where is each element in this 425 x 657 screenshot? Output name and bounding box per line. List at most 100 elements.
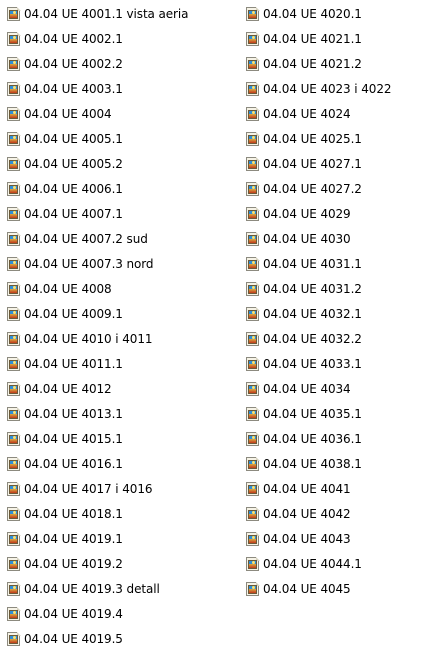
file-item[interactable]: 04.04 UE 4043 — [245, 528, 351, 550]
file-item[interactable]: 04.04 UE 4038.1 — [245, 453, 362, 475]
file-name: 04.04 UE 4011.1 — [24, 357, 123, 371]
file-item[interactable]: 04.04 UE 4020.1 — [245, 3, 362, 25]
file-item[interactable]: 04.04 UE 4019.4 — [6, 603, 123, 625]
file-item[interactable]: 04.04 UE 4019.3 detall — [6, 578, 160, 600]
image-file-icon — [6, 331, 22, 347]
image-file-icon — [245, 131, 261, 147]
image-file-icon — [6, 6, 22, 22]
file-item[interactable]: 04.04 UE 4021.1 — [245, 28, 362, 50]
file-name: 04.04 UE 4027.2 — [263, 182, 362, 196]
file-item[interactable]: 04.04 UE 4002.1 — [6, 28, 123, 50]
file-name: 04.04 UE 4002.2 — [24, 57, 123, 71]
image-file-icon — [6, 181, 22, 197]
image-file-icon — [6, 431, 22, 447]
file-item[interactable]: 04.04 UE 4006.1 — [6, 178, 123, 200]
file-name: 04.04 UE 4032.2 — [263, 332, 362, 346]
file-item[interactable]: 04.04 UE 4007.1 — [6, 203, 123, 225]
file-name: 04.04 UE 4044.1 — [263, 557, 362, 571]
file-name: 04.04 UE 4001.1 vista aeria — [24, 7, 189, 21]
file-name: 04.04 UE 4019.2 — [24, 557, 123, 571]
file-name: 04.04 UE 4032.1 — [263, 307, 362, 321]
file-item[interactable]: 04.04 UE 4019.5 — [6, 628, 123, 650]
file-name: 04.04 UE 4036.1 — [263, 432, 362, 446]
file-item[interactable]: 04.04 UE 4017 i 4016 — [6, 478, 152, 500]
image-file-icon — [245, 156, 261, 172]
file-name: 04.04 UE 4025.1 — [263, 132, 362, 146]
image-file-icon — [245, 406, 261, 422]
file-item[interactable]: 04.04 UE 4005.1 — [6, 128, 123, 150]
file-item[interactable]: 04.04 UE 4002.2 — [6, 53, 123, 75]
image-file-icon — [245, 56, 261, 72]
file-list: 04.04 UE 4001.1 vista aeria 04.04 UE 4002… — [6, 3, 423, 657]
image-file-icon — [245, 106, 261, 122]
file-item[interactable]: 04.04 UE 4018.1 — [6, 503, 123, 525]
file-item[interactable]: 04.04 UE 4041 — [245, 478, 351, 500]
image-file-icon — [245, 431, 261, 447]
file-item[interactable]: 04.04 UE 4044.1 — [245, 553, 362, 575]
file-item[interactable]: 04.04 UE 4013.1 — [6, 403, 123, 425]
image-file-icon — [6, 556, 22, 572]
file-item[interactable]: 04.04 UE 4008 — [6, 278, 112, 300]
file-name: 04.04 UE 4004 — [24, 107, 112, 121]
file-name: 04.04 UE 4020.1 — [263, 7, 362, 21]
file-item[interactable]: 04.04 UE 4045 — [245, 578, 351, 600]
file-name: 04.04 UE 4007.2 sud — [24, 232, 148, 246]
file-name: 04.04 UE 4024 — [263, 107, 351, 121]
file-item[interactable]: 04.04 UE 4025.1 — [245, 128, 362, 150]
file-name: 04.04 UE 4017 i 4016 — [24, 482, 153, 496]
file-item[interactable]: 04.04 UE 4031.1 — [245, 253, 362, 275]
file-item[interactable]: 04.04 UE 4005.2 — [6, 153, 123, 175]
image-file-icon — [245, 6, 261, 22]
file-item[interactable]: 04.04 UE 4029 — [245, 203, 351, 225]
file-name: 04.04 UE 4045 — [263, 582, 351, 596]
file-item[interactable]: 04.04 UE 4042 — [245, 503, 351, 525]
file-name: 04.04 UE 4019.5 — [24, 632, 123, 646]
file-item[interactable]: 04.04 UE 4024 — [245, 103, 351, 125]
file-name: 04.04 UE 4016.1 — [24, 457, 123, 471]
file-name: 04.04 UE 4007.3 nord — [24, 257, 154, 271]
file-name: 04.04 UE 4005.1 — [24, 132, 123, 146]
file-item[interactable]: 04.04 UE 4016.1 — [6, 453, 123, 475]
file-item[interactable]: 04.04 UE 4021.2 — [245, 53, 362, 75]
file-item[interactable]: 04.04 UE 4015.1 — [6, 428, 123, 450]
image-file-icon — [6, 606, 22, 622]
file-item[interactable]: 04.04 UE 4019.2 — [6, 553, 123, 575]
image-file-icon — [6, 256, 22, 272]
file-item[interactable]: 04.04 UE 4019.1 — [6, 528, 123, 550]
file-item[interactable]: 04.04 UE 4011.1 — [6, 353, 123, 375]
file-name: 04.04 UE 4005.2 — [24, 157, 123, 171]
file-item[interactable]: 04.04 UE 4023 i 4022 — [245, 78, 391, 100]
image-file-icon — [6, 631, 22, 647]
file-item[interactable]: 04.04 UE 4001.1 vista aeria — [6, 3, 188, 25]
file-item[interactable]: 04.04 UE 4032.2 — [245, 328, 362, 350]
image-file-icon — [6, 81, 22, 97]
file-name: 04.04 UE 4012 — [24, 382, 112, 396]
image-file-icon — [245, 456, 261, 472]
file-item[interactable]: 04.04 UE 4007.2 sud — [6, 228, 148, 250]
file-item[interactable]: 04.04 UE 4027.2 — [245, 178, 362, 200]
file-item[interactable]: 04.04 UE 4009.1 — [6, 303, 123, 325]
file-item[interactable]: 04.04 UE 4027.1 — [245, 153, 362, 175]
file-item[interactable]: 04.04 UE 4033.1 — [245, 353, 362, 375]
file-item[interactable]: 04.04 UE 4007.3 nord — [6, 253, 154, 275]
image-file-icon — [245, 531, 261, 547]
image-file-icon — [245, 356, 261, 372]
file-item[interactable]: 04.04 UE 4031.2 — [245, 278, 362, 300]
file-item[interactable]: 04.04 UE 4010 i 4011 — [6, 328, 152, 350]
file-item[interactable]: 04.04 UE 4032.1 — [245, 303, 362, 325]
image-file-icon — [245, 306, 261, 322]
file-item[interactable]: 04.04 UE 4003.1 — [6, 78, 123, 100]
file-item[interactable]: 04.04 UE 4034 — [245, 378, 351, 400]
image-file-icon — [245, 581, 261, 597]
file-item[interactable]: 04.04 UE 4004 — [6, 103, 112, 125]
file-item[interactable]: 04.04 UE 4012 — [6, 378, 112, 400]
image-file-icon — [6, 106, 22, 122]
file-item[interactable]: 04.04 UE 4036.1 — [245, 428, 362, 450]
file-item[interactable]: 04.04 UE 4030 — [245, 228, 351, 250]
image-file-icon — [6, 581, 22, 597]
image-file-icon — [6, 156, 22, 172]
file-name: 04.04 UE 4027.1 — [263, 157, 362, 171]
image-file-icon — [245, 556, 261, 572]
file-name: 04.04 UE 4019.3 detall — [24, 582, 160, 596]
file-item[interactable]: 04.04 UE 4035.1 — [245, 403, 362, 425]
